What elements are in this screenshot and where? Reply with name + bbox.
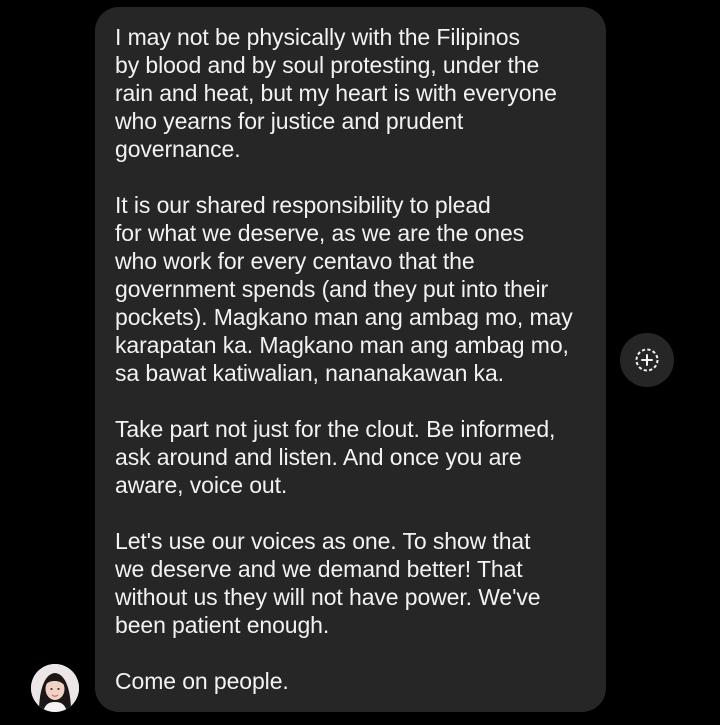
message-line: Let's use our voices as one. To show tha… (115, 528, 531, 554)
profile-photo (31, 664, 79, 712)
message-paragraph-3: Take part not just for the clout. Be inf… (115, 415, 594, 499)
message-line: It is our shared responsibility to plead (115, 192, 491, 218)
message-paragraph-2: It is our shared responsibility to plead… (115, 191, 594, 387)
message-paragraph-4: Let's use our voices as one. To show tha… (115, 527, 594, 639)
message-line: karapatan ka. Magkano man ang ambag mo, (115, 332, 569, 358)
message-line: Take part not just for the clout. Be inf… (115, 416, 556, 442)
message-line: who yearns for justice and prudent (115, 108, 464, 134)
message-bubble[interactable]: I may not be physically with the Filipin… (95, 7, 606, 712)
message-line: we deserve and we demand better! That (115, 556, 523, 582)
message-paragraph-1: I may not be physically with the Filipin… (115, 23, 594, 163)
message-line: ask around and listen. And once you are (115, 444, 522, 470)
sender-avatar[interactable] (31, 664, 79, 712)
add-reaction-button[interactable] (620, 333, 674, 387)
message-line: for what we deserve, as we are the ones (115, 220, 525, 246)
message-line: been patient enough. (115, 612, 330, 638)
message-line: pockets). Magkano man ang ambag mo, may (115, 304, 573, 330)
message-line: government spends (and they put into the… (115, 276, 549, 302)
message-line: governance. (115, 136, 241, 162)
message-paragraph-5: Come on people. (115, 667, 594, 695)
message-line: sa bawat katiwalian, nananakawan ka. (115, 360, 504, 386)
message-line: by blood and by soul protesting, under t… (115, 52, 540, 78)
chat-thread: I may not be physically with the Filipin… (0, 0, 720, 725)
message-line: without us they will not have power. We'… (115, 584, 541, 610)
message-line: Come on people. (115, 668, 289, 694)
message-line: I may not be physically with the Filipin… (115, 24, 520, 50)
add-reaction-icon (635, 348, 659, 372)
message-line: rain and heat, but my heart is with ever… (115, 80, 557, 106)
message-line: aware, voice out. (115, 472, 288, 498)
message-line: who work for every centavo that the (115, 248, 475, 274)
